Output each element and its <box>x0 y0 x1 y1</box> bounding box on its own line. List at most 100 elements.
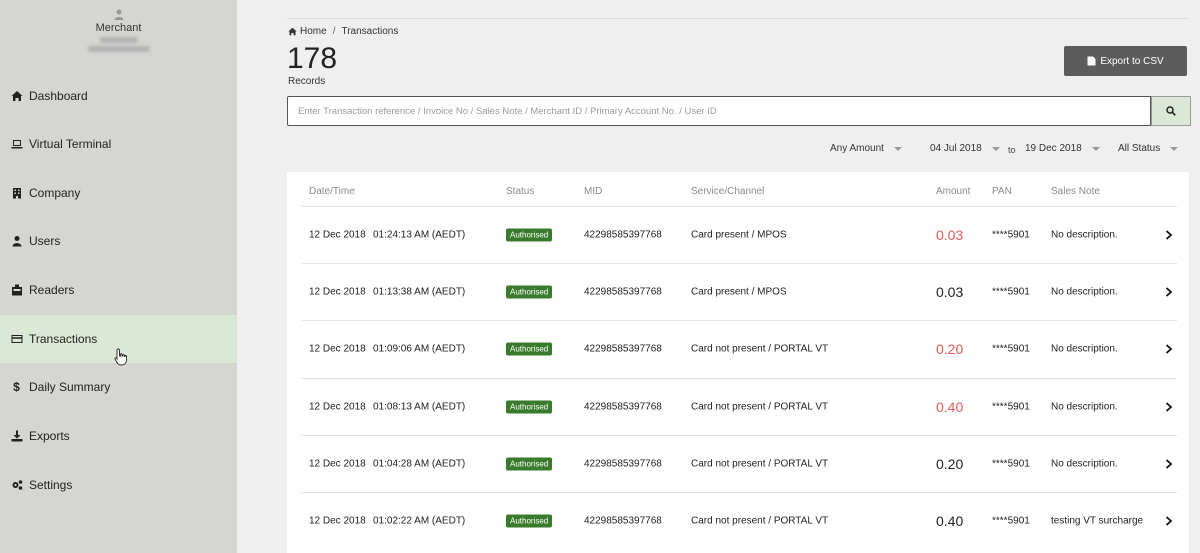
sidebar-item-label: Company <box>29 186 81 200</box>
cell-service: Card present / MPOS <box>691 229 787 241</box>
cell-pan: ****5901 <box>992 515 1030 527</box>
status-filter-value: All Status <box>1118 143 1161 154</box>
cell-date: 12 Dec 2018 <box>309 515 366 527</box>
export-csv-label: Export to CSV <box>1100 55 1164 67</box>
chevron-right-icon[interactable] <box>1165 230 1173 240</box>
cell-mid: 42298585397768 <box>584 515 662 527</box>
cell-note: No description. <box>1051 343 1118 355</box>
redacted-merchant-email <box>87 46 150 52</box>
cell-time: 01:13:38 AM (AEDT) <box>373 286 466 298</box>
cell-date: 12 Dec 2018 <box>309 458 366 470</box>
column-header-status[interactable]: Status <box>506 186 534 197</box>
sidebar-item-company[interactable]: Company <box>0 169 237 217</box>
cell-status: Authorised <box>506 457 553 471</box>
status-badge: Authorised <box>506 342 553 356</box>
cell-date: 12 Dec 2018 <box>309 401 366 413</box>
column-header-amount[interactable]: Amount <box>936 186 970 197</box>
status-badge: Authorised <box>506 457 553 471</box>
table-row[interactable]: 12 Dec 2018 01:04:28 AM (AEDT) Authorised 4… <box>301 434 1177 492</box>
sidebar-item-users[interactable]: Users <box>0 217 237 265</box>
cell-amount: 0.03 <box>936 284 964 301</box>
cell-status: Authorised <box>506 285 553 299</box>
gears-icon <box>10 479 23 492</box>
chevron-right-icon[interactable] <box>1165 344 1173 355</box>
cell-mid: 42298585397768 <box>584 229 662 241</box>
export-csv-button[interactable]: Export to CSV <box>1064 46 1187 76</box>
cell-time: 01:02:22 AM (AEDT) <box>373 515 466 527</box>
column-header-sales-note[interactable]: Sales Note <box>1051 186 1100 197</box>
caret-down-icon <box>1091 146 1100 151</box>
hand-cursor-icon <box>114 348 127 366</box>
records-label: Records <box>288 76 326 87</box>
column-header-mid[interactable]: MID <box>584 186 602 197</box>
date-to-filter[interactable]: 19 Dec 2018 <box>1025 143 1100 154</box>
sidebar-item-label: Virtual Terminal <box>29 137 112 151</box>
table-row[interactable]: 12 Dec 2018 01:02:22 AM (AEDT) Authorised 4… <box>301 492 1177 549</box>
amount-filter[interactable]: Any Amount <box>830 143 902 154</box>
cell-amount: 0.40 <box>936 513 964 529</box>
cell-amount: 0.20 <box>936 455 964 472</box>
redacted-merchant-name <box>99 37 138 43</box>
cell-note: No description. <box>1051 401 1118 413</box>
chevron-right-icon[interactable] <box>1165 516 1173 526</box>
cell-note: No description. <box>1051 286 1118 298</box>
dollar-icon: $ <box>13 380 20 394</box>
home-icon <box>10 90 23 103</box>
chevron-right-icon[interactable] <box>1165 401 1173 412</box>
date-to-value: 19 Dec 2018 <box>1025 143 1082 154</box>
column-header-datetime[interactable]: Date/Time <box>309 186 355 197</box>
sidebar-item-dashboard[interactable]: Dashboard <box>0 72 237 120</box>
records-count: 178 <box>287 42 338 75</box>
column-header-pan[interactable]: PAN <box>992 186 1012 197</box>
search-button[interactable] <box>1151 96 1191 126</box>
sidebar-item-virtual-terminal[interactable]: Virtual Terminal <box>0 120 237 168</box>
reader-icon <box>10 284 23 297</box>
breadcrumb-current: Transactions <box>341 26 399 37</box>
column-header-service[interactable]: Service/Channel <box>691 186 764 197</box>
table-row[interactable]: 12 Dec 2018 01:08:13 AM (AEDT) Authorised 4… <box>301 377 1177 435</box>
search-input[interactable] <box>287 96 1151 126</box>
cell-date: 12 Dec 2018 <box>309 343 366 355</box>
laptop-icon <box>10 138 23 151</box>
cell-status: Authorised <box>506 514 553 528</box>
cell-date: 12 Dec 2018 <box>309 229 366 241</box>
breadcrumb-home[interactable]: Home <box>300 26 327 37</box>
file-icon <box>1087 56 1096 66</box>
credit-card-icon <box>10 333 23 346</box>
date-from-filter[interactable]: 04 Jul 2018 <box>930 143 1000 154</box>
chevron-right-icon[interactable] <box>1165 459 1173 469</box>
cell-mid: 42298585397768 <box>584 343 662 355</box>
amount-filter-value: Any Amount <box>830 143 884 154</box>
breadcrumb-separator: / <box>332 26 336 37</box>
cell-pan: ****5901 <box>992 229 1030 241</box>
status-filter[interactable]: All Status <box>1118 143 1179 154</box>
table-row[interactable]: 12 Dec 2018 01:24:13 AM (AEDT) Authorised 4… <box>301 206 1177 263</box>
cell-note: No description. <box>1051 229 1118 241</box>
cell-status: Authorised <box>506 400 553 414</box>
date-from-value: 04 Jul 2018 <box>930 143 982 154</box>
chevron-right-icon[interactable] <box>1165 287 1173 297</box>
caret-down-icon <box>991 146 1000 151</box>
status-badge: Authorised <box>506 285 553 299</box>
cell-service: Card present / MPOS <box>691 286 787 298</box>
sidebar-item-daily-summary[interactable]: $ Daily Summary <box>0 363 237 411</box>
cell-note: testing VT surcharge <box>1051 515 1144 527</box>
table-row[interactable]: 12 Dec 2018 01:13:38 AM (AEDT) Authorised 4… <box>301 263 1177 320</box>
sidebar-item-exports[interactable]: Exports <box>0 412 237 460</box>
cell-mid: 42298585397768 <box>584 458 662 470</box>
caret-down-icon <box>1170 146 1179 151</box>
sidebar-item-settings[interactable]: Settings <box>0 461 237 509</box>
cell-time: 01:24:13 AM (AEDT) <box>373 229 466 241</box>
table-row[interactable]: 12 Dec 2018 01:09:06 AM (AEDT) Authorised 4… <box>301 320 1177 377</box>
cell-amount: 0.03 <box>936 227 964 243</box>
sidebar-item-readers[interactable]: Readers <box>0 266 237 314</box>
user-icon <box>10 235 23 248</box>
top-divider <box>287 18 1189 19</box>
cell-mid: 42298585397768 <box>584 286 662 298</box>
cell-pan: ****5901 <box>992 343 1030 355</box>
sidebar-item-label: Readers <box>29 283 75 297</box>
sidebar-item-label: Settings <box>29 478 73 492</box>
status-badge: Authorised <box>506 514 553 528</box>
cell-service: Card not present / PORTAL VT <box>691 343 829 355</box>
cell-amount: 0.20 <box>936 341 964 358</box>
